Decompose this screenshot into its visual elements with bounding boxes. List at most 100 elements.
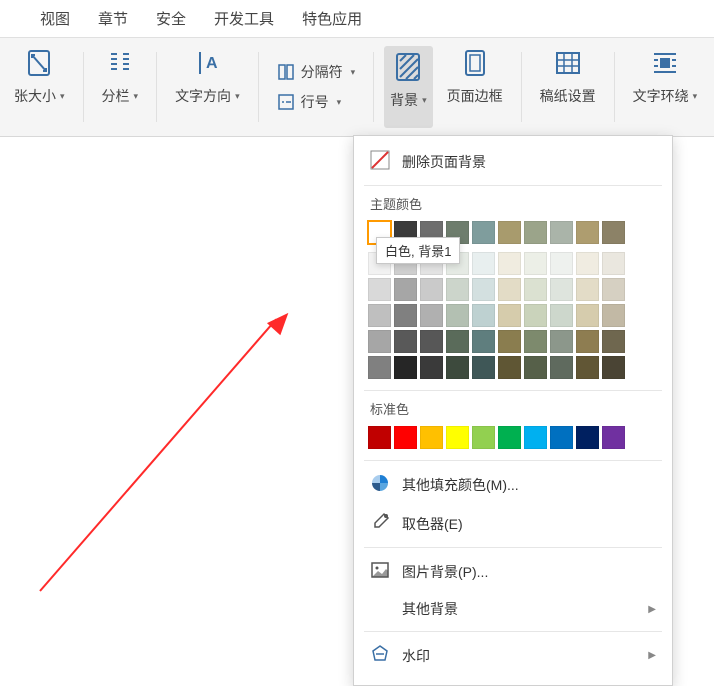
color-swatch[interactable] (368, 304, 391, 327)
separator-icon (277, 63, 295, 81)
color-swatch[interactable] (602, 356, 625, 379)
color-swatch[interactable] (602, 330, 625, 353)
color-swatch[interactable] (524, 252, 547, 275)
background-button[interactable]: 背景▾ (384, 46, 433, 128)
watermark-item[interactable]: 水印 ▶ (354, 636, 672, 675)
color-swatch[interactable] (498, 221, 521, 244)
color-swatch[interactable] (498, 278, 521, 301)
color-swatch[interactable] (394, 304, 417, 327)
writing-paper-button[interactable]: 稿纸设置 (532, 46, 604, 128)
color-swatch[interactable] (472, 221, 495, 244)
color-swatch[interactable] (498, 426, 521, 449)
color-swatch[interactable] (602, 426, 625, 449)
color-swatch[interactable] (420, 356, 443, 379)
color-swatch[interactable] (446, 278, 469, 301)
line-number-icon (277, 93, 295, 111)
text-wrap-icon (648, 46, 682, 80)
color-swatch[interactable] (576, 304, 599, 327)
color-swatch[interactable] (498, 304, 521, 327)
menu-security[interactable]: 安全 (156, 8, 186, 29)
color-swatch[interactable] (368, 426, 391, 449)
color-swatch[interactable] (524, 221, 547, 244)
color-swatch[interactable] (394, 330, 417, 353)
color-swatch[interactable] (524, 330, 547, 353)
color-swatch[interactable] (524, 278, 547, 301)
page-size-button[interactable]: 张大小▾ (6, 46, 73, 128)
chevron-down-icon: ▾ (337, 97, 342, 108)
color-swatch[interactable] (524, 304, 547, 327)
color-swatch[interactable] (368, 278, 391, 301)
color-swatch[interactable] (550, 426, 573, 449)
color-swatch[interactable] (576, 221, 599, 244)
page-border-button[interactable]: 页面边框 (439, 46, 511, 128)
color-swatch[interactable] (394, 278, 417, 301)
color-swatch[interactable] (368, 356, 391, 379)
color-swatch[interactable] (472, 426, 495, 449)
color-swatch[interactable] (420, 330, 443, 353)
color-swatch[interactable] (576, 356, 599, 379)
color-swatch[interactable] (394, 356, 417, 379)
label: 稿纸设置 (540, 86, 596, 106)
color-swatch[interactable] (602, 278, 625, 301)
color-swatch[interactable] (446, 356, 469, 379)
color-swatch[interactable] (524, 426, 547, 449)
text-wrap-button[interactable]: 文字环绕▾ (625, 46, 706, 128)
remove-background-item[interactable]: 删除页面背景 (354, 142, 672, 181)
color-swatch[interactable] (550, 252, 573, 275)
chevron-down-icon: ▾ (351, 67, 356, 78)
color-swatch[interactable] (420, 426, 443, 449)
color-swatch[interactable] (602, 304, 625, 327)
color-swatch[interactable] (576, 252, 599, 275)
eyedropper-item[interactable]: 取色器(E) (354, 504, 672, 543)
color-swatch[interactable] (550, 221, 573, 244)
divider (364, 631, 662, 632)
label: 页面边框 (447, 86, 503, 106)
other-background-item[interactable]: 其他背景 ▶ (354, 591, 672, 627)
label: 图片背景(P)... (402, 562, 488, 582)
color-swatch[interactable] (472, 356, 495, 379)
menubar: 视图 章节 安全 开发工具 特色应用 (0, 0, 714, 37)
color-swatch[interactable] (446, 426, 469, 449)
text-direction-button[interactable]: A 文字方向▾ (167, 46, 248, 128)
separator (156, 52, 157, 122)
divider (364, 390, 662, 391)
background-icon (391, 50, 425, 84)
color-swatch[interactable] (576, 426, 599, 449)
chevron-down-icon: ▾ (693, 91, 698, 102)
color-swatch[interactable] (420, 278, 443, 301)
color-swatch[interactable] (550, 356, 573, 379)
menu-chapter[interactable]: 章节 (98, 8, 128, 29)
chevron-down-icon: ▾ (134, 91, 139, 102)
columns-button[interactable]: 分栏▾ (94, 46, 147, 128)
color-swatch[interactable] (472, 330, 495, 353)
separator (258, 52, 259, 122)
picture-background-item[interactable]: 图片背景(P)... (354, 552, 672, 591)
color-swatch[interactable] (420, 304, 443, 327)
more-fill-colors-item[interactable]: 其他填充颜色(M)... (354, 465, 672, 504)
color-swatch[interactable] (550, 330, 573, 353)
color-swatch[interactable] (602, 221, 625, 244)
color-swatch[interactable] (550, 278, 573, 301)
menu-featured[interactable]: 特色应用 (302, 8, 362, 29)
color-swatch[interactable] (394, 426, 417, 449)
background-dropdown: 删除页面背景 主题颜色 标准色 其他填充颜色(M)... 取色器(E) 图片背景… (353, 135, 673, 686)
color-swatch[interactable] (576, 278, 599, 301)
color-swatch[interactable] (368, 330, 391, 353)
color-swatch[interactable] (498, 356, 521, 379)
color-swatch[interactable] (446, 330, 469, 353)
color-swatch[interactable] (576, 330, 599, 353)
color-swatch[interactable] (550, 304, 573, 327)
menu-view[interactable]: 视图 (40, 8, 70, 29)
color-swatch[interactable] (446, 304, 469, 327)
color-swatch[interactable] (472, 304, 495, 327)
divider (364, 547, 662, 548)
color-swatch[interactable] (602, 252, 625, 275)
color-swatch[interactable] (472, 252, 495, 275)
color-swatch[interactable] (524, 356, 547, 379)
line-number-button[interactable]: 行号▾ (277, 92, 342, 112)
color-swatch[interactable] (498, 330, 521, 353)
menu-devtools[interactable]: 开发工具 (214, 8, 274, 29)
color-swatch[interactable] (472, 278, 495, 301)
separator-button[interactable]: 分隔符▾ (277, 62, 356, 82)
color-swatch[interactable] (498, 252, 521, 275)
